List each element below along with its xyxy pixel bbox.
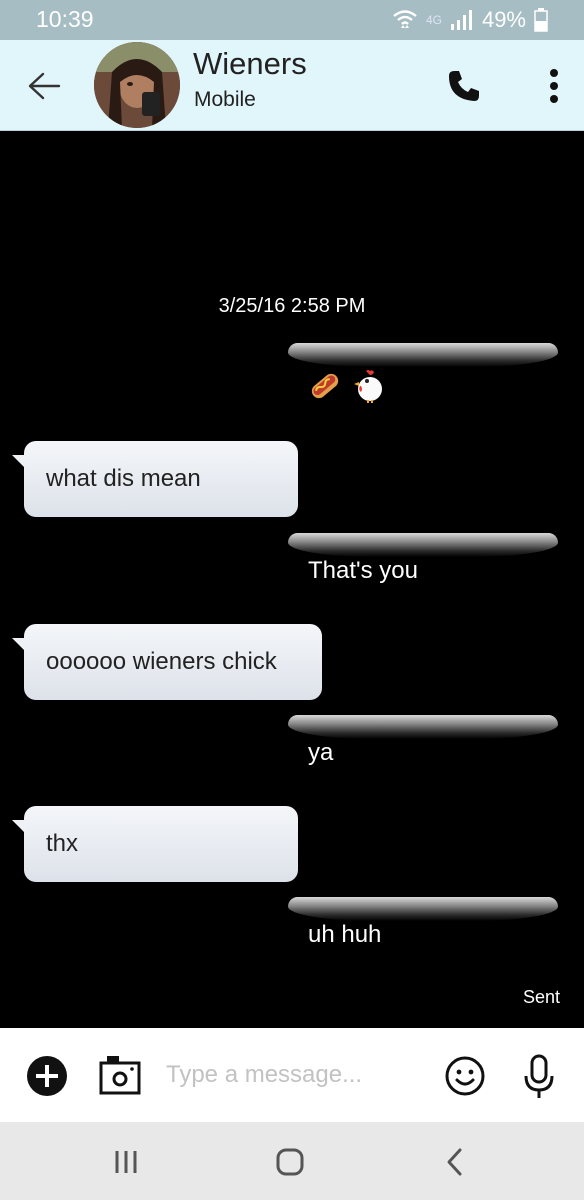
plus-circle-icon: [27, 1056, 67, 1096]
contact-number-type: Mobile: [194, 88, 256, 111]
incoming-message[interactable]: thx: [12, 806, 298, 882]
status-bar: 10:39 4G 49%: [0, 0, 584, 40]
bubble-highlight: [288, 715, 558, 739]
incoming-message[interactable]: oooooo wieners chick: [12, 624, 322, 700]
bubble-tail: [12, 455, 26, 469]
outgoing-message[interactable]: [288, 343, 558, 427]
voice-input-button[interactable]: [520, 1054, 558, 1100]
outgoing-message[interactable]: That's you: [288, 533, 558, 617]
message-text: That's you: [308, 557, 418, 584]
message-input[interactable]: [166, 1054, 426, 1096]
more-vertical-icon: [550, 69, 558, 103]
message-text: uh huh: [308, 921, 382, 948]
system-back-button[interactable]: [436, 1146, 476, 1178]
recent-apps-button[interactable]: [106, 1146, 146, 1178]
arrow-left-icon: [28, 72, 61, 100]
message-text: oooooo wieners chick: [46, 648, 277, 675]
battery-icon: [534, 8, 548, 32]
contact-name: Wieners: [193, 46, 307, 81]
bubble-tail: [12, 638, 26, 652]
microphone-icon: [524, 1054, 554, 1098]
bubble-highlight: [288, 343, 558, 367]
outgoing-message[interactable]: uh huh: [288, 897, 558, 981]
message-text: what dis mean: [46, 465, 201, 492]
conversation-header: Wieners Mobile: [0, 40, 584, 131]
call-button[interactable]: [440, 62, 488, 110]
recents-icon: [115, 1151, 137, 1173]
message-composer: [0, 1028, 584, 1122]
status-time: 10:39: [36, 6, 94, 32]
camera-icon: [99, 1056, 141, 1095]
bubble-tail: [12, 820, 26, 834]
message-list[interactable]: 3/25/16 2:58 PM what dis mean That's you…: [0, 131, 584, 1028]
hot-dog-icon: [311, 373, 339, 399]
network-type: 4G: [425, 13, 442, 27]
back-button[interactable]: [22, 64, 66, 108]
status-indicators: 4G 49%: [392, 6, 548, 34]
home-button[interactable]: [270, 1146, 310, 1178]
emoji-button[interactable]: [444, 1055, 486, 1097]
outgoing-message[interactable]: ya: [288, 715, 558, 799]
phone-icon: [449, 71, 479, 101]
signal-icon: [450, 10, 472, 30]
camera-button[interactable]: [98, 1054, 142, 1096]
chicken-icon: [354, 370, 382, 403]
contact-avatar[interactable]: [94, 42, 180, 128]
message-timestamp: 3/25/16 2:58 PM: [218, 295, 366, 317]
bubble-highlight: [288, 897, 558, 921]
bubble-highlight: [288, 533, 558, 557]
more-options-button[interactable]: [536, 62, 572, 110]
home-icon: [276, 1148, 304, 1176]
chevron-left-icon: [447, 1148, 462, 1176]
incoming-message[interactable]: what dis mean: [12, 441, 298, 517]
emoji-row: [308, 369, 386, 403]
message-text: thx: [46, 830, 79, 857]
avatar-image: [94, 42, 180, 128]
message-text: ya: [308, 739, 334, 766]
battery-percent: 49%: [481, 7, 526, 32]
delivery-status: Sent: [522, 987, 560, 1007]
add-attachment-button[interactable]: [26, 1055, 68, 1097]
system-nav-bar: [0, 1122, 584, 1200]
smiley-icon: [445, 1056, 485, 1096]
wifi-icon: [393, 10, 417, 28]
